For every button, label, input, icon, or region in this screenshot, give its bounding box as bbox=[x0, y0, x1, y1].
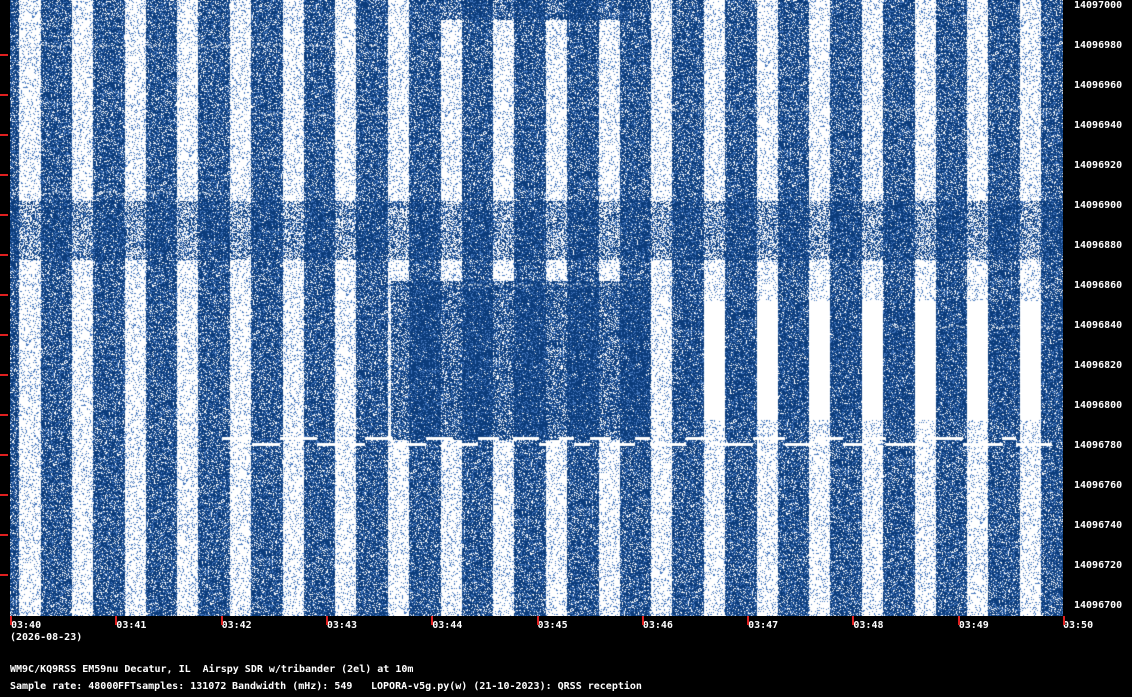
frequency-tick-mark bbox=[0, 334, 8, 336]
software-text: LOPORA-v5g.py(w) (21-10-2023): QRSS rece… bbox=[371, 681, 642, 692]
frequency-tick-label: 14096940 bbox=[1074, 120, 1123, 131]
time-tick-mark bbox=[957, 616, 960, 625]
frequency-tick-label: 14096900 bbox=[1074, 200, 1123, 211]
time-tick-mark bbox=[1063, 616, 1065, 625]
frequency-tick-label: 14096780 bbox=[1074, 440, 1123, 451]
frequency-tick-label: 14096720 bbox=[1074, 560, 1123, 571]
frequency-tick-label: 14096760 bbox=[1074, 480, 1123, 491]
frequency-tick-mark bbox=[0, 54, 8, 56]
time-tick-label: 03:46 bbox=[642, 620, 673, 631]
frequency-tick-label: 14096820 bbox=[1074, 360, 1123, 371]
time-tick-mark bbox=[325, 616, 328, 625]
time-tick-label: 03:43 bbox=[326, 620, 357, 631]
frequency-tick-mark bbox=[0, 494, 8, 496]
time-tick-mark bbox=[10, 616, 12, 625]
time-tick-mark bbox=[536, 616, 539, 625]
time-tick-label: 03:48 bbox=[853, 620, 884, 631]
frequency-tick-label: 14096800 bbox=[1074, 400, 1123, 411]
frequency-tick-label: 14097000 bbox=[1074, 0, 1123, 11]
station-info: WM9C/KQ9RSS EM59nu Decatur, IL Airspy SD… bbox=[10, 664, 414, 675]
frequency-tick-mark bbox=[0, 294, 8, 296]
time-tick-label: 03:45 bbox=[537, 620, 568, 631]
frequency-tick-mark bbox=[0, 534, 8, 536]
time-tick-mark bbox=[641, 616, 644, 625]
time-tick-label: 03:42 bbox=[221, 620, 252, 631]
frequency-tick-label: 14096960 bbox=[1074, 80, 1123, 91]
time-tick-label: 03:47 bbox=[748, 620, 779, 631]
time-tick-mark bbox=[431, 616, 434, 625]
time-tick-mark bbox=[115, 616, 118, 625]
frequency-tick-mark bbox=[0, 454, 8, 456]
frequency-tick-mark bbox=[0, 94, 8, 96]
frequency-tick-mark bbox=[0, 134, 8, 136]
frequency-tick-label: 14096980 bbox=[1074, 40, 1123, 51]
spectrogram-waterfall bbox=[10, 0, 1063, 616]
time-tick-label: 03:49 bbox=[958, 620, 989, 631]
frequency-tick-label: 14096920 bbox=[1074, 160, 1123, 171]
frequency-tick-mark bbox=[0, 174, 8, 176]
time-tick-label: 03:44 bbox=[432, 620, 463, 631]
frequency-tick-mark bbox=[0, 574, 8, 576]
date-label: (2026-08-23) bbox=[10, 632, 83, 643]
frequency-tick-mark bbox=[0, 374, 8, 376]
time-tick-mark bbox=[852, 616, 855, 625]
time-tick-label: 03:41 bbox=[116, 620, 147, 631]
time-tick-label: 03:50 bbox=[1063, 620, 1094, 631]
frequency-tick-mark bbox=[0, 414, 8, 416]
time-tick-mark bbox=[220, 616, 223, 625]
frequency-tick-label: 14096740 bbox=[1074, 520, 1123, 531]
frequency-tick-label: 14096700 bbox=[1074, 600, 1123, 611]
bandwidth-text: Bandwidth (mHz): 549 bbox=[232, 681, 353, 692]
frequency-tick-mark bbox=[0, 254, 8, 256]
time-tick-mark bbox=[747, 616, 750, 625]
fft-samples-text: FFTsamples: 131072 bbox=[118, 681, 227, 692]
frequency-tick-label: 14096840 bbox=[1074, 320, 1123, 331]
time-tick-label: 03:40 bbox=[11, 620, 42, 631]
sample-rate-text: Sample rate: 48000 bbox=[10, 681, 119, 692]
frequency-tick-mark bbox=[0, 214, 8, 216]
frequency-tick-label: 14096880 bbox=[1074, 240, 1123, 251]
frequency-tick-label: 14096860 bbox=[1074, 280, 1123, 291]
